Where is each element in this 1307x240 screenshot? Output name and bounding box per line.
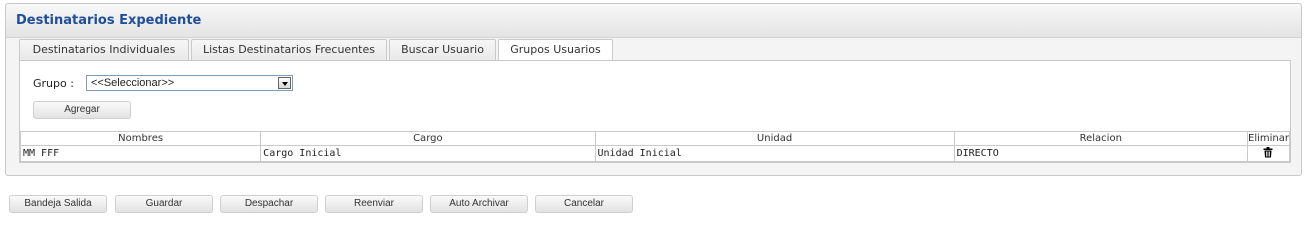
tab-destinatarios-individuales[interactable]: Destinatarios Individuales <box>19 39 189 61</box>
auto-archivar-button[interactable]: Auto Archivar <box>430 195 528 213</box>
cell-nombres: MM FFF <box>19 145 262 162</box>
header-nombres: Nombres <box>19 131 262 146</box>
table-row: MM FFF Cargo Inicial Unidad Inicial DIRE… <box>19 145 1291 162</box>
destinatarios-table: Nombres Cargo Unidad Relacion Eliminar M… <box>19 131 1291 162</box>
header-unidad: Unidad <box>594 131 955 146</box>
header-cargo: Cargo <box>260 131 596 146</box>
destinatarios-panel: Destinatarios Expediente Destinatarios I… <box>5 3 1302 176</box>
cell-unidad: Unidad Inicial <box>594 145 955 162</box>
guardar-button[interactable]: Guardar <box>115 195 213 213</box>
grupo-select[interactable]: <<Seleccionar>> <box>86 75 293 91</box>
table-header-row: Nombres Cargo Unidad Relacion Eliminar <box>19 131 1291 146</box>
chevron-down-icon[interactable] <box>278 77 291 89</box>
cell-eliminar <box>1246 145 1291 162</box>
grupo-select-value: <<Seleccionar>> <box>91 77 175 89</box>
despachar-button[interactable]: Despachar <box>220 195 318 213</box>
tab-content: Grupo : <<Seleccionar>> Agregar Nombres … <box>19 60 1291 163</box>
cancelar-button[interactable]: Cancelar <box>535 195 633 213</box>
cell-cargo: Cargo Inicial <box>260 145 596 162</box>
cell-relacion: DIRECTO <box>953 145 1248 162</box>
panel-header: Destinatarios Expediente <box>6 4 1301 38</box>
header-relacion: Relacion <box>953 131 1248 146</box>
tab-buscar-usuario[interactable]: Buscar Usuario <box>389 39 496 61</box>
bandeja-salida-button[interactable]: Bandeja Salida <box>9 195 107 213</box>
header-eliminar: Eliminar <box>1246 131 1291 146</box>
reenviar-button[interactable]: Reenviar <box>325 195 423 213</box>
tab-grupos-usuarios[interactable]: Grupos Usuarios <box>498 39 613 62</box>
agregar-button[interactable]: Agregar <box>33 101 131 119</box>
tab-listas-destinatarios-frecuentes[interactable]: Listas Destinatarios Frecuentes <box>191 39 387 61</box>
panel-title: Destinatarios Expediente <box>16 13 202 28</box>
trash-icon[interactable] <box>1250 146 1287 161</box>
grupo-label: Grupo : <box>33 77 74 90</box>
